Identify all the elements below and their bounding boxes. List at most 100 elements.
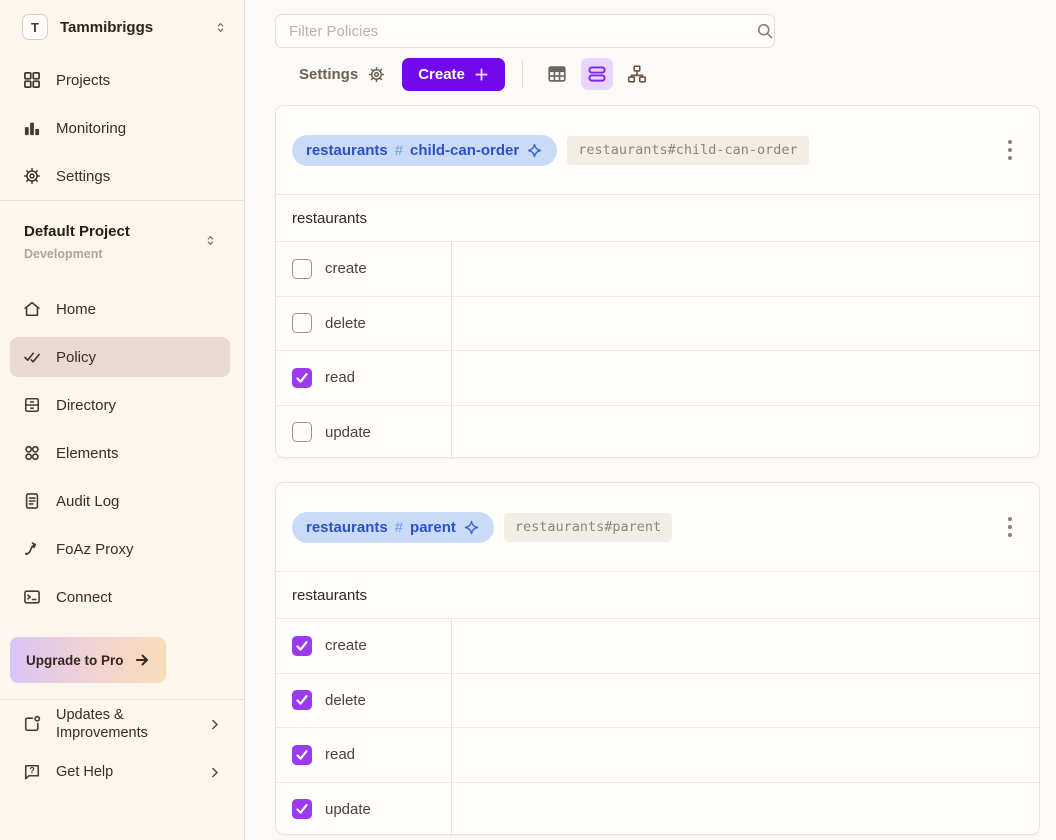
sidebar-item-home[interactable]: Home <box>0 285 244 333</box>
org-nav: Projects Monitoring Settings <box>0 56 244 200</box>
permission-row: delete <box>276 296 1039 351</box>
changelog-icon <box>22 714 42 734</box>
sidebar-item-updates[interactable]: Updates & Improvements <box>0 700 244 748</box>
permission-row: read <box>276 350 1039 405</box>
unfold-chevron-icon <box>213 20 228 35</box>
permission-row: create <box>276 618 1039 673</box>
sidebar-item-connect[interactable]: Connect <box>0 573 244 621</box>
resource-name: restaurants <box>292 587 367 604</box>
permission-checkbox[interactable] <box>292 636 312 656</box>
sidebar-item-label: Monitoring <box>56 120 126 137</box>
permission-checkbox[interactable] <box>292 313 312 333</box>
sidebar-item-projects[interactable]: Projects <box>0 56 244 104</box>
sidebar: T Tammibriggs Projects Monitoring Settin… <box>0 0 245 840</box>
project-switcher[interactable]: Default Project Development <box>0 201 244 285</box>
terminal-icon <box>22 587 42 607</box>
graph-view-button[interactable] <box>621 58 653 90</box>
policy-card: restaurants#parent restaurants#parent re… <box>275 482 1040 835</box>
filter-policies-input[interactable] <box>275 14 775 48</box>
permission-checkbox[interactable] <box>292 259 312 279</box>
sidebar-item-monitoring[interactable]: Monitoring <box>0 104 244 152</box>
upgrade-label: Upgrade to Pro <box>26 653 124 668</box>
policy-key-tag: restaurants#parent <box>504 513 672 542</box>
gear-icon[interactable] <box>367 65 386 84</box>
chevron-right-icon <box>207 717 222 732</box>
permission-row-spacer <box>452 728 1039 782</box>
permission-label: update <box>325 801 371 818</box>
policy-card: restaurants#child-can-order restaurants#… <box>275 105 1040 458</box>
sparkle-icon <box>463 519 480 536</box>
permission-checkbox[interactable] <box>292 690 312 710</box>
permission-cell: update <box>276 783 452 837</box>
help-bubble-icon: ? <box>22 762 42 782</box>
project-nav: Home Policy Directory Elements Audit Log <box>0 285 244 621</box>
gear-icon <box>22 166 42 186</box>
sidebar-item-label: Audit Log <box>56 493 119 510</box>
sidebar-item-elements[interactable]: Elements <box>0 429 244 477</box>
sidebar-item-label: Elements <box>56 445 119 462</box>
cabinet-icon <box>22 395 42 415</box>
permission-row: update <box>276 782 1039 837</box>
resource-header: restaurants <box>276 571 1039 618</box>
resource-header: restaurants <box>276 194 1039 241</box>
bar-chart-icon <box>22 118 42 138</box>
grid-icon <box>22 70 42 90</box>
permission-checkbox[interactable] <box>292 745 312 765</box>
curved-arrow-icon <box>22 539 42 559</box>
sidebar-item-audit-log[interactable]: Audit Log <box>0 477 244 525</box>
chevron-right-icon <box>207 765 222 780</box>
permission-cell: read <box>276 728 452 782</box>
permission-checkbox[interactable] <box>292 422 312 442</box>
role-badge[interactable]: restaurants # child-can-order <box>292 135 557 166</box>
permission-row: delete <box>276 673 1039 728</box>
sidebar-item-policy[interactable]: Policy <box>10 337 230 377</box>
sidebar-item-directory[interactable]: Directory <box>0 381 244 429</box>
rows-view-button[interactable] <box>581 58 613 90</box>
role-badge[interactable]: restaurants#parent <box>292 512 494 543</box>
sidebar-item-settings[interactable]: Settings <box>0 152 244 200</box>
sidebar-item-foaz-proxy[interactable]: FoAz Proxy <box>0 525 244 573</box>
policy-key-tag: restaurants#child-can-order <box>567 136 808 165</box>
permission-checkbox[interactable] <box>292 368 312 388</box>
permission-label: read <box>325 746 355 763</box>
sidebar-item-label: Policy <box>56 349 96 366</box>
create-policy-button[interactable]: Create <box>402 58 505 91</box>
sparkle-icon <box>526 142 543 159</box>
table-view-icon <box>546 63 568 85</box>
permission-row-spacer <box>452 351 1039 405</box>
permission-label: read <box>325 369 355 386</box>
policy-toolbar: Settings Create <box>299 57 653 91</box>
policy-card-header: restaurants#parent restaurants#parent <box>276 483 1039 571</box>
permission-label: create <box>325 637 367 654</box>
permission-checkbox[interactable] <box>292 799 312 819</box>
permission-label: delete <box>325 692 366 709</box>
permission-label: update <box>325 424 371 441</box>
permission-cell: create <box>276 242 452 296</box>
badge-separator: # <box>395 142 403 159</box>
sidebar-item-label: Settings <box>56 168 110 185</box>
sidebar-item-label: Directory <box>56 397 116 414</box>
arrow-right-icon <box>134 652 150 668</box>
kebab-menu-icon[interactable] <box>1001 514 1019 540</box>
permission-row-spacer <box>452 619 1039 673</box>
table-view-button[interactable] <box>541 58 573 90</box>
divider <box>522 60 523 88</box>
home-icon <box>22 299 42 319</box>
permission-cell: delete <box>276 297 452 351</box>
double-check-icon <box>22 347 42 367</box>
avatar: T <box>22 14 48 40</box>
sidebar-item-get-help[interactable]: ? Get Help <box>0 748 244 796</box>
org-chart-icon <box>626 63 648 85</box>
plus-icon <box>474 67 489 82</box>
permission-row: read <box>276 727 1039 782</box>
badge-resource: restaurants <box>306 142 388 159</box>
permission-row-spacer <box>452 242 1039 296</box>
policy-editor-main: Settings Create <box>246 0 1056 840</box>
kebab-menu-icon[interactable] <box>1001 137 1019 163</box>
upgrade-to-pro-button[interactable]: Upgrade to Pro <box>10 637 166 683</box>
permission-label: delete <box>325 315 366 332</box>
permission-row: create <box>276 241 1039 296</box>
account-switcher[interactable]: T Tammibriggs <box>0 0 244 46</box>
permission-label: create <box>325 260 367 277</box>
badge-role: child-can-order <box>410 142 519 159</box>
